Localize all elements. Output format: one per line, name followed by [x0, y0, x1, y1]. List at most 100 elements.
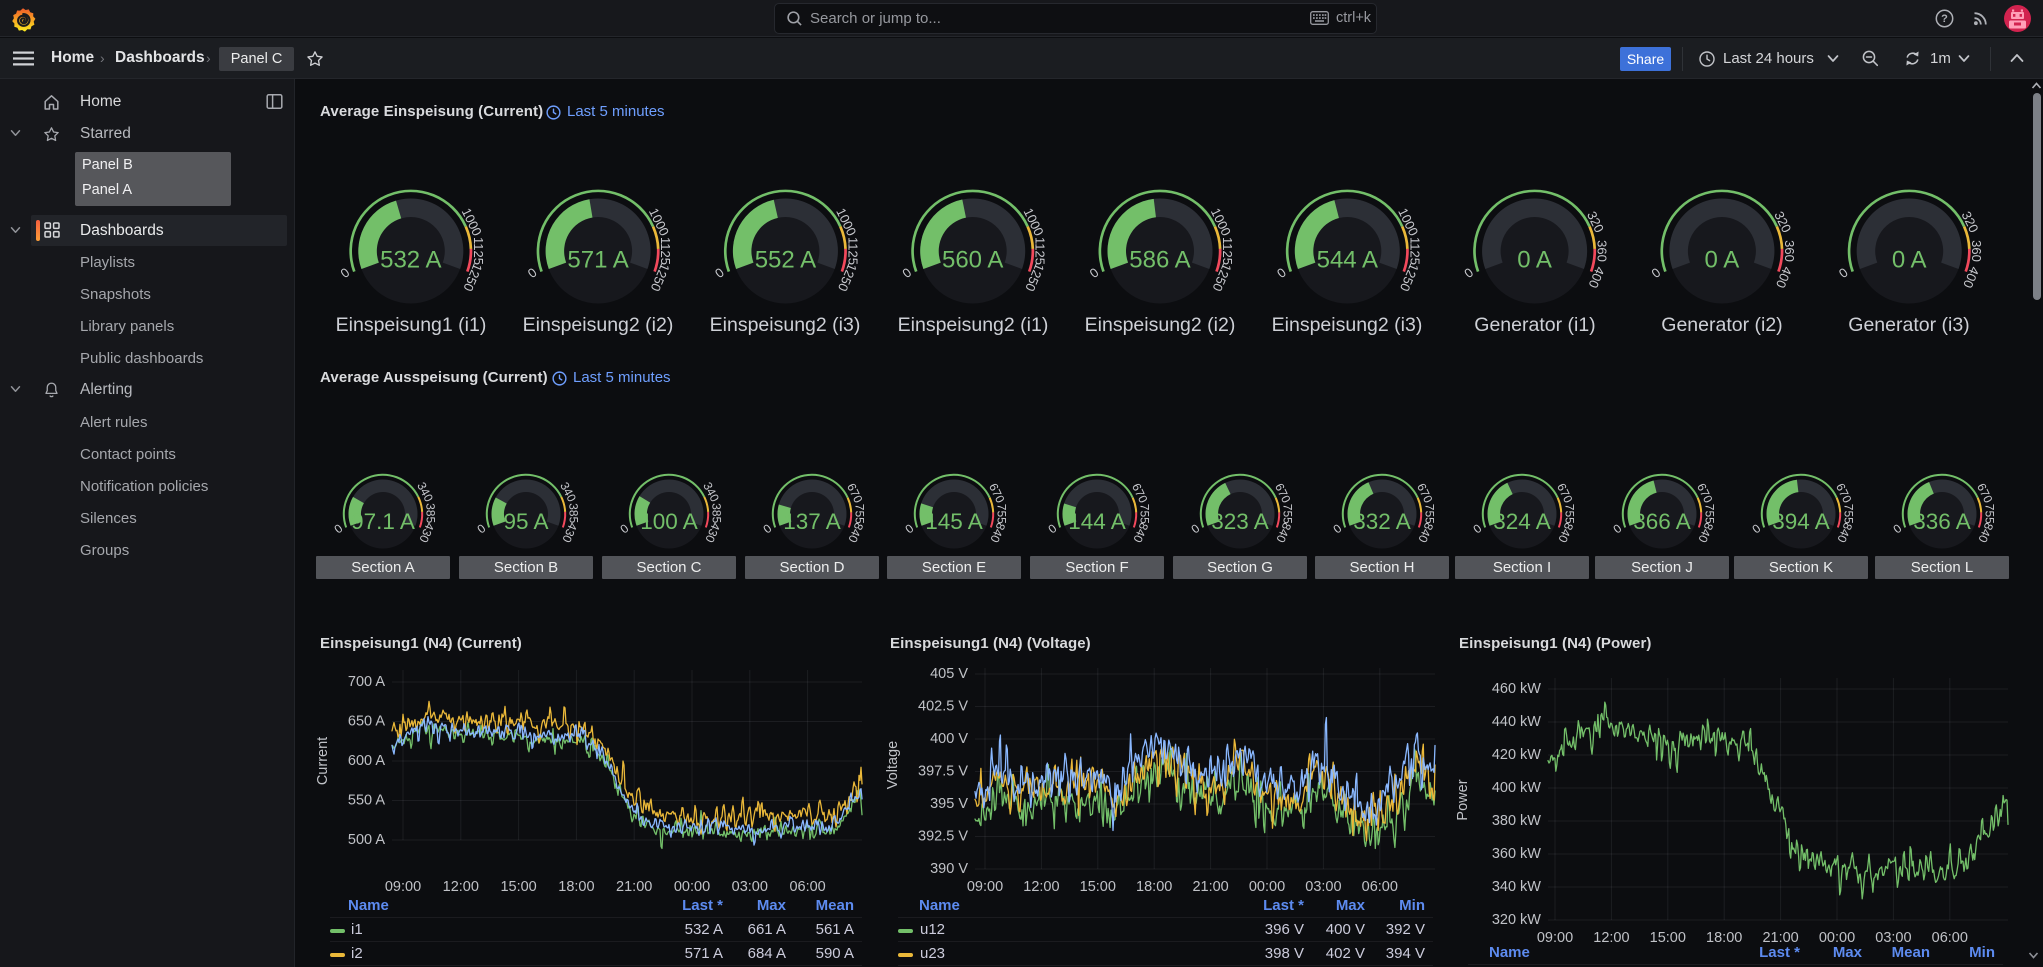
svg-text:500 A: 500 A [348, 832, 385, 848]
svg-text:324 A: 324 A [1493, 509, 1551, 534]
svg-text:0: 0 [1188, 521, 1202, 536]
svg-text:12:00: 12:00 [1023, 879, 1059, 892]
svg-text:0: 0 [1461, 265, 1476, 281]
svg-text:09:00: 09:00 [967, 879, 1003, 892]
svg-text:00:00: 00:00 [1249, 879, 1285, 892]
svg-text:0: 0 [617, 521, 631, 536]
svg-text:670: 670 [1414, 481, 1436, 505]
svg-text:0: 0 [337, 265, 352, 281]
svg-text:137 A: 137 A [783, 509, 841, 534]
svg-text:0: 0 [525, 265, 540, 281]
svg-text:340 kW: 340 kW [1492, 879, 1541, 895]
svg-text:360: 360 [1969, 240, 1984, 262]
svg-text:1250: 1250 [460, 261, 485, 293]
svg-text:06:00: 06:00 [1362, 879, 1398, 892]
svg-text:392.5 V: 392.5 V [918, 829, 968, 845]
svg-text:1250: 1250 [835, 261, 860, 293]
svg-text:390 V: 390 V [930, 861, 968, 877]
svg-text:21:00: 21:00 [1192, 879, 1228, 892]
svg-text:03:00: 03:00 [732, 879, 768, 892]
svg-text:0: 0 [1890, 521, 1904, 536]
svg-text:430: 430 [559, 521, 580, 545]
svg-text:0: 0 [1087, 265, 1102, 281]
svg-text:670: 670 [1129, 481, 1151, 505]
svg-text:840: 840 [987, 521, 1008, 545]
svg-text:06:00: 06:00 [789, 879, 825, 892]
svg-text:00:00: 00:00 [674, 879, 710, 892]
svg-text:840: 840 [1273, 521, 1294, 545]
svg-text:840: 840 [1415, 521, 1436, 545]
svg-text:21:00: 21:00 [616, 879, 652, 892]
svg-text:18:00: 18:00 [1136, 879, 1172, 892]
svg-text:840: 840 [1130, 521, 1151, 545]
svg-text:0: 0 [902, 521, 916, 536]
svg-text:0: 0 [1749, 521, 1763, 536]
svg-text:144 A: 144 A [1068, 509, 1126, 534]
svg-text:340: 340 [414, 480, 436, 505]
svg-text:670: 670 [1694, 481, 1716, 505]
svg-text:0: 0 [899, 265, 914, 281]
svg-text:700 A: 700 A [348, 674, 385, 690]
svg-text:09:00: 09:00 [1537, 930, 1573, 946]
svg-text:360: 360 [1595, 240, 1610, 262]
svg-text:840: 840 [845, 521, 866, 545]
svg-text:?: ? [1941, 13, 1948, 25]
svg-text:400: 400 [1773, 264, 1795, 290]
svg-text:340: 340 [557, 480, 579, 505]
svg-text:544 A: 544 A [1317, 247, 1378, 274]
svg-text:0 A: 0 A [1892, 247, 1927, 274]
svg-text:670: 670 [1974, 481, 1996, 505]
svg-text:15:00: 15:00 [1080, 879, 1116, 892]
svg-text:532 A: 532 A [380, 247, 441, 274]
svg-text:395 V: 395 V [930, 796, 968, 812]
svg-text:0: 0 [474, 521, 488, 536]
svg-text:1250: 1250 [1210, 261, 1235, 293]
svg-text:420 kW: 420 kW [1492, 747, 1541, 763]
svg-text:670: 670 [1272, 481, 1294, 505]
svg-text:670: 670 [1833, 481, 1855, 505]
svg-text:1250: 1250 [648, 261, 673, 293]
svg-text:0: 0 [1649, 265, 1664, 281]
svg-text:840: 840 [1695, 521, 1716, 545]
svg-text:0: 0 [1470, 521, 1484, 536]
svg-text:400: 400 [1960, 264, 1982, 290]
svg-text:03:00: 03:00 [1305, 879, 1341, 892]
svg-text:430: 430 [702, 521, 723, 545]
svg-text:571 A: 571 A [567, 247, 628, 274]
svg-text:Current: Current [315, 737, 331, 785]
svg-text:1250: 1250 [1022, 261, 1047, 293]
svg-text:0: 0 [1274, 265, 1289, 281]
svg-text:320: 320 [1771, 209, 1794, 235]
svg-text:405 V: 405 V [930, 666, 968, 682]
svg-text:670: 670 [1554, 481, 1576, 505]
svg-text:400: 400 [1586, 264, 1608, 290]
svg-text:18:00: 18:00 [558, 879, 594, 892]
svg-text:360 kW: 360 kW [1492, 846, 1541, 862]
svg-text:380 kW: 380 kW [1492, 813, 1541, 829]
svg-text:552 A: 552 A [755, 247, 816, 274]
svg-text:650 A: 650 A [348, 714, 385, 730]
svg-text:0: 0 [760, 521, 774, 536]
svg-text:586 A: 586 A [1129, 247, 1190, 274]
svg-text:97.1 A: 97.1 A [351, 509, 415, 534]
svg-text:430: 430 [416, 521, 437, 545]
svg-text:320: 320 [1584, 209, 1607, 235]
svg-text:0: 0 [1836, 265, 1851, 281]
svg-text:332 A: 332 A [1353, 509, 1411, 534]
svg-text:840: 840 [1834, 521, 1855, 545]
svg-text:0: 0 [331, 521, 345, 536]
svg-text:366 A: 366 A [1633, 509, 1691, 534]
svg-text:0: 0 [1045, 521, 1059, 536]
svg-text:0: 0 [1610, 521, 1624, 536]
svg-text:440 kW: 440 kW [1492, 714, 1541, 730]
svg-text:145 A: 145 A [925, 509, 983, 534]
svg-text:340: 340 [700, 480, 722, 505]
svg-text:400 V: 400 V [930, 731, 968, 747]
svg-text:670: 670 [986, 481, 1008, 505]
svg-text:320: 320 [1959, 209, 1982, 235]
svg-text:560 A: 560 A [942, 247, 1003, 274]
svg-text:394 A: 394 A [1772, 509, 1830, 534]
svg-text:840: 840 [1555, 521, 1576, 545]
svg-text:0 A: 0 A [1705, 247, 1740, 274]
svg-text:670: 670 [844, 481, 866, 505]
